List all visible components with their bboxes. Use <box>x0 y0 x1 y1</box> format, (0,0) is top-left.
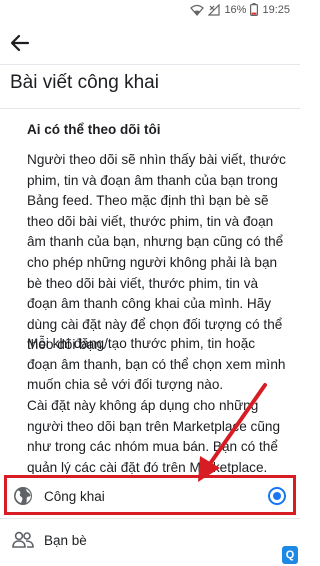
option-public-label: Công khai <box>44 488 105 504</box>
divider <box>0 64 300 65</box>
arrow-left-icon <box>10 34 30 52</box>
status-bar: 16% 19:25 <box>0 0 300 22</box>
section-heading: Ai có thể theo dõi tôi <box>27 122 161 137</box>
option-friends-label: Bạn bè <box>44 532 87 548</box>
friends-icon <box>12 529 34 551</box>
description-paragraph: Cài đặt này không áp dụng cho những ngườ… <box>27 398 281 475</box>
back-button[interactable] <box>6 30 34 56</box>
battery-percent: 16% <box>224 3 247 16</box>
signal-icon <box>208 3 221 16</box>
option-friends[interactable]: Bạn bè <box>0 518 300 562</box>
description-paragraph: Người theo dõi sẽ nhìn thấy bài viết, th… <box>27 152 286 353</box>
clock: 19:25 <box>262 3 290 16</box>
divider <box>0 108 300 109</box>
radio-dot <box>273 492 281 500</box>
app-bar <box>0 22 300 64</box>
watermark-logo: Q <box>282 546 298 564</box>
battery-icon <box>250 3 259 16</box>
wifi-icon <box>190 4 205 16</box>
description-paragraph: Mỗi khi đăng/tạo thước phim, tin hoặc đo… <box>27 336 286 393</box>
status-icons: 16% 19:25 <box>190 3 290 16</box>
radio-public-selected[interactable] <box>268 487 286 505</box>
globe-icon <box>12 485 34 507</box>
option-public[interactable]: Công khai <box>0 474 300 518</box>
page-title: Bài viết công khai <box>10 72 159 93</box>
